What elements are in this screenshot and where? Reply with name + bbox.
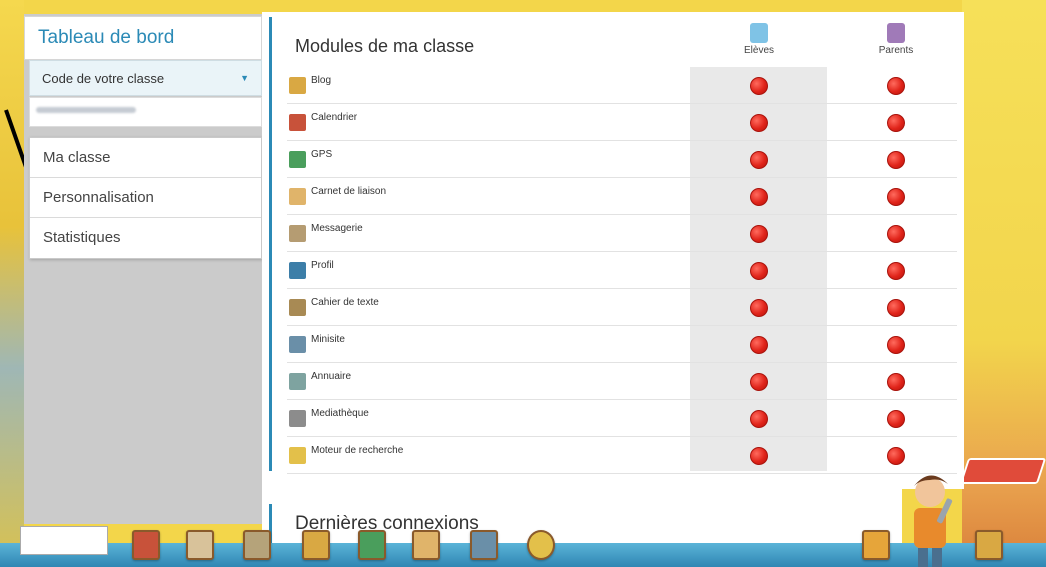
dock-website-icon[interactable] [470,530,498,560]
dock-textbook-icon[interactable] [243,530,271,560]
magnifier-icon [289,447,306,464]
module-label: Mediathèque [311,408,369,419]
dock-blog-icon[interactable] [302,530,330,560]
parents-status-toggle[interactable] [887,410,905,428]
eleves-status-toggle[interactable] [750,336,768,354]
panel-accent-bar [269,17,272,471]
module-row: Moteur de recherche [287,437,957,474]
parents-status-toggle[interactable] [887,447,905,465]
parents-status-toggle[interactable] [887,336,905,354]
background-left [0,0,24,567]
parents-status-toggle[interactable] [887,188,905,206]
column-header-parents: Parents [866,23,926,56]
module-row: GPS [287,141,957,178]
eleves-status-toggle[interactable] [750,373,768,391]
website-icon [289,336,306,353]
calendar-icon [289,114,306,131]
module-label: Minisite [311,334,345,345]
module-row: Carnet de liaison [287,178,957,215]
sidebar-menu: Ma classe Personnalisation Statistiques [29,137,262,259]
eleves-status-toggle[interactable] [750,225,768,243]
eleves-status-toggle[interactable] [750,447,768,465]
dock-calendar-icon[interactable] [132,530,160,560]
module-row: Minisite [287,326,957,363]
globe-icon [289,151,306,168]
module-label: Messagerie [311,223,363,234]
module-label: Moteur de recherche [311,445,404,456]
module-label: Blog [311,75,332,86]
module-row: Calendrier [287,104,957,141]
module-label: Annuaire [311,371,352,382]
blog-icon [289,77,306,94]
dock-link-icon[interactable] [862,530,890,560]
notebook-icon [289,188,306,205]
red-book-decoration [959,458,1046,484]
module-row: Blog [287,67,957,104]
parents-status-toggle[interactable] [887,262,905,280]
module-row: Messagerie [287,215,957,252]
eleves-status-toggle[interactable] [750,262,768,280]
dock-magnifier-icon[interactable] [527,530,555,560]
eleves-status-toggle[interactable] [750,410,768,428]
module-label: Calendrier [311,112,358,123]
parents-status-toggle[interactable] [887,373,905,391]
sidebar-item-personnalisation[interactable]: Personnalisation [30,178,261,218]
class-code-label: Code de votre classe [42,70,165,86]
textbook-icon [289,299,306,316]
profile-icon [289,262,306,279]
parents-status-toggle[interactable] [887,225,905,243]
dashboard-title[interactable]: Tableau de bord [24,16,262,60]
chevron-down-icon: ▼ [240,73,249,83]
parents-status-toggle[interactable] [887,151,905,169]
module-row: Mediathèque [287,400,957,437]
mascot-icon [914,475,953,567]
module-label: Cahier de texte [311,297,379,308]
dock-globe-icon[interactable] [358,530,386,560]
parents-status-toggle[interactable] [887,114,905,132]
envelope-icon [289,225,306,242]
module-label: GPS [311,149,333,160]
dock-tab[interactable] [20,526,108,555]
dock-notebook-icon[interactable] [412,530,440,560]
module-row: Annuaire [287,363,957,400]
student-icon [750,23,768,43]
directory-icon [289,373,306,390]
sidebar-item-statistiques[interactable]: Statistiques [30,218,261,258]
eleves-status-toggle[interactable] [750,77,768,95]
module-row: Profil [287,252,957,289]
modules-list: Blog Calendrier GPS Carnet de liaison Messag… [287,67,957,474]
parents-icon [887,23,905,43]
eleves-status-toggle[interactable] [750,299,768,317]
eleves-status-toggle[interactable] [750,151,768,169]
dock-envelope-icon[interactable] [186,530,214,560]
dock-home-icon[interactable] [975,530,1003,560]
modules-title: Modules de ma classe [295,36,475,56]
eleves-status-toggle[interactable] [750,188,768,206]
parents-status-toggle[interactable] [887,77,905,95]
column-header-eleves: Elèves [729,23,789,56]
class-code-select[interactable]: Code de votre classe ▼ [29,60,262,96]
parents-status-toggle[interactable] [887,299,905,317]
eleves-status-toggle[interactable] [750,114,768,132]
sidebar-item-ma-classe[interactable]: Ma classe [30,138,261,178]
class-code-value [29,97,262,127]
media-icon [289,410,306,427]
module-label: Carnet de liaison [311,186,387,197]
module-label: Profil [311,260,334,271]
module-row: Cahier de texte [287,289,957,326]
